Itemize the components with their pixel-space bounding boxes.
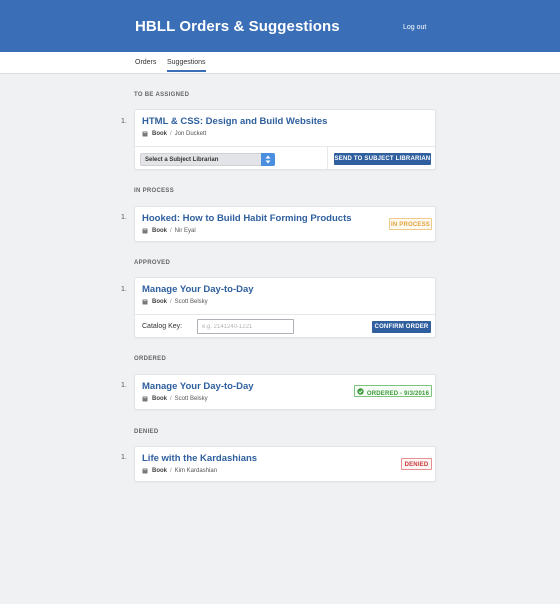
suggestion-card: HTML & CSS: Design and Build Websites Bo… <box>134 109 436 171</box>
item-author: Kim Kardashian <box>174 468 218 474</box>
item-meta: Book / Kim Kardashian <box>142 468 217 474</box>
catalog-key-input[interactable] <box>197 319 294 334</box>
section-label-in-process: IN PROCESS <box>134 188 175 194</box>
catalog-row: Catalog Key: CONFIRM ORDER <box>135 314 435 338</box>
meta-separator: / <box>170 299 172 305</box>
item-type: Book <box>152 131 167 137</box>
item-type: Book <box>152 228 167 234</box>
item-type: Book <box>152 468 167 474</box>
book-icon <box>142 468 148 474</box>
item-type: Book <box>152 299 167 305</box>
book-icon <box>142 228 148 234</box>
item-number: 1. <box>121 118 127 125</box>
item-meta: Book / Nir Eyal <box>142 228 196 234</box>
item-author: Jon Duckett <box>174 131 207 137</box>
status-badge-denied: DENIED <box>401 458 432 470</box>
item-meta: Book / Scott Belsky <box>142 299 208 305</box>
item-title-link[interactable]: Manage Your Day-to-Day <box>142 284 254 295</box>
meta-separator: / <box>170 468 172 474</box>
item-author: Scott Belsky <box>174 299 208 305</box>
item-author: Nir Eyal <box>174 228 196 234</box>
sort-caret-icon <box>261 153 275 166</box>
item-number: 1. <box>121 454 127 461</box>
tab-orders[interactable]: Orders <box>135 59 156 66</box>
logout-link[interactable]: Log out <box>403 24 426 31</box>
assign-row: Select a Subject Librarian SEND TO SUBJE… <box>135 146 435 171</box>
item-title-link[interactable]: Hooked: How to Build Habit Forming Produ… <box>142 213 352 224</box>
item-number: 1. <box>121 382 127 389</box>
suggestion-card: Hooked: How to Build Habit Forming Produ… <box>134 206 436 242</box>
status-badge-in-process: IN PROCESS <box>389 218 432 230</box>
item-meta: Book / Scott Belsky <box>142 396 208 402</box>
subject-librarian-select[interactable]: Select a Subject Librarian <box>140 153 275 166</box>
suggestion-card: Life with the Kardashians Book / Kim Kar… <box>134 446 436 482</box>
section-label-to-be-assigned: TO BE ASSIGNED <box>134 92 190 98</box>
item-number: 1. <box>121 286 127 293</box>
send-to-subject-librarian-button[interactable]: SEND TO SUBJECT LIBRARIAN <box>334 153 431 165</box>
book-icon <box>142 299 148 305</box>
item-title-link[interactable]: HTML & CSS: Design and Build Websites <box>142 116 327 127</box>
item-number: 1. <box>121 214 127 221</box>
item-title-link[interactable]: Life with the Kardashians <box>142 453 257 464</box>
book-icon <box>142 396 148 402</box>
tab-suggestions[interactable]: Suggestions <box>167 59 206 72</box>
confirm-order-button[interactable]: CONFIRM ORDER <box>372 321 431 333</box>
suggestion-card: Manage Your Day-to-Day Book / Scott Bels… <box>134 374 436 410</box>
select-value: Select a Subject Librarian <box>145 157 219 163</box>
item-title-link[interactable]: Manage Your Day-to-Day <box>142 381 254 392</box>
app-header: HBLL Orders & Suggestions Log out <box>0 0 560 52</box>
section-label-approved: APPROVED <box>134 260 171 266</box>
item-meta: Book / Jon Duckett <box>142 131 206 137</box>
status-badge-ordered: ORDERED - 9/3/2016 <box>354 385 432 397</box>
tab-bar: Orders Suggestions <box>0 52 560 74</box>
app-title: HBLL Orders & Suggestions <box>135 18 340 35</box>
row-divider <box>327 147 328 171</box>
meta-separator: / <box>170 396 172 402</box>
item-type: Book <box>152 396 167 402</box>
meta-separator: / <box>170 131 172 137</box>
status-badge-text: ORDERED - 9/3/2016 <box>366 390 430 397</box>
section-label-ordered: ORDERED <box>134 356 167 362</box>
check-circle-icon <box>357 387 364 397</box>
suggestion-card: Manage Your Day-to-Day Book / Scott Bels… <box>134 277 436 338</box>
meta-separator: / <box>170 228 172 234</box>
item-author: Scott Belsky <box>174 396 208 402</box>
section-label-denied: DENIED <box>134 429 159 435</box>
book-icon <box>142 131 148 137</box>
catalog-key-label: Catalog Key: <box>142 323 183 330</box>
